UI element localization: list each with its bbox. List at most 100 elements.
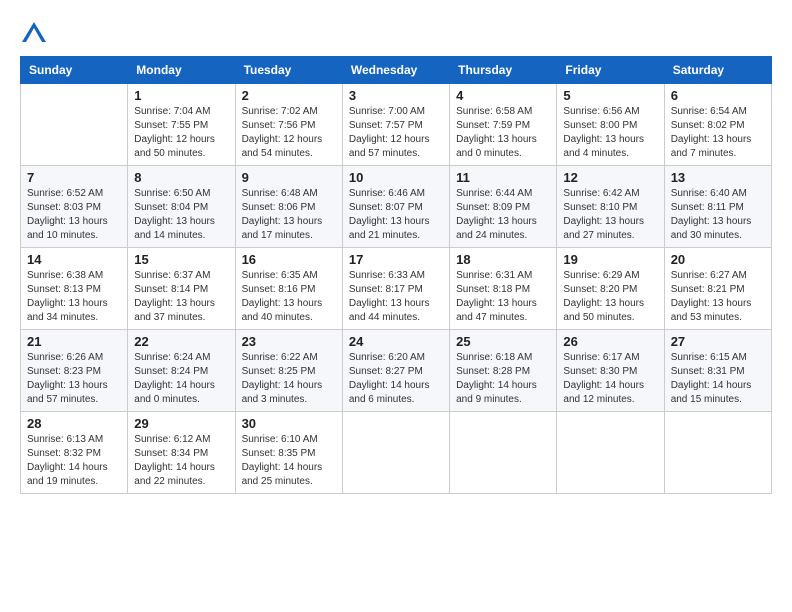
day-info: Sunrise: 7:00 AM Sunset: 7:57 PM Dayligh… [349,105,443,161]
day-info: Sunrise: 6:54 AM Sunset: 8:02 PM Dayligh… [671,105,765,161]
day-info: Sunrise: 6:27 AM Sunset: 8:21 PM Dayligh… [671,269,765,325]
day-info: Sunrise: 6:15 AM Sunset: 8:31 PM Dayligh… [671,351,765,407]
day-number: 29 [134,416,228,431]
day-number: 28 [27,416,121,431]
day-number: 11 [456,170,550,185]
day-number: 9 [242,170,336,185]
day-info: Sunrise: 6:10 AM Sunset: 8:35 PM Dayligh… [242,433,336,489]
day-number: 4 [456,88,550,103]
calendar-cell: 16Sunrise: 6:35 AM Sunset: 8:16 PM Dayli… [235,248,342,330]
day-number: 1 [134,88,228,103]
day-info: Sunrise: 6:31 AM Sunset: 8:18 PM Dayligh… [456,269,550,325]
calendar-header-wednesday: Wednesday [342,57,449,84]
calendar-cell: 27 Sunrise: 6:15 AM Sunset: 8:31 PM Dayli… [664,330,771,412]
day-info: Sunrise: 6:17 AM Sunset: 8:30 PM Dayligh… [563,351,657,407]
day-number: 2 [242,88,336,103]
day-number: 10 [349,170,443,185]
calendar-cell [450,412,557,494]
calendar-cell: 6 Sunrise: 6:54 AM Sunset: 8:02 PM Daylig… [664,84,771,166]
calendar-cell: 25Sunrise: 6:18 AM Sunset: 8:28 PM Dayli… [450,330,557,412]
calendar-cell [21,84,128,166]
day-number: 8 [134,170,228,185]
calendar-cell: 12 Sunrise: 6:42 AM Sunset: 8:10 PM Dayli… [557,166,664,248]
calendar-header-sunday: Sunday [21,57,128,84]
day-number: 19 [563,252,657,267]
day-number: 26 [563,334,657,349]
day-number: 20 [671,252,765,267]
day-info: Sunrise: 6:50 AM Sunset: 8:04 PM Dayligh… [134,187,228,243]
calendar-cell [342,412,449,494]
calendar-header-monday: Monday [128,57,235,84]
day-number: 21 [27,334,121,349]
day-info: Sunrise: 7:02 AM Sunset: 7:56 PM Dayligh… [242,105,336,161]
day-info: Sunrise: 6:20 AM Sunset: 8:27 PM Dayligh… [349,351,443,407]
day-info: Sunrise: 6:38 AM Sunset: 8:13 PM Dayligh… [27,269,121,325]
day-number: 13 [671,170,765,185]
calendar-table: SundayMondayTuesdayWednesdayThursdayFrid… [20,56,772,494]
day-number: 30 [242,416,336,431]
day-info: Sunrise: 6:33 AM Sunset: 8:17 PM Dayligh… [349,269,443,325]
page-header [20,20,772,48]
day-info: Sunrise: 6:29 AM Sunset: 8:20 PM Dayligh… [563,269,657,325]
day-number: 5 [563,88,657,103]
calendar-cell: 15 Sunrise: 6:37 AM Sunset: 8:14 PM Dayli… [128,248,235,330]
day-number: 23 [242,334,336,349]
day-info: Sunrise: 6:42 AM Sunset: 8:10 PM Dayligh… [563,187,657,243]
calendar-cell: 28 Sunrise: 6:13 AM Sunset: 8:32 PM Dayli… [21,412,128,494]
calendar-cell [557,412,664,494]
day-info: Sunrise: 6:52 AM Sunset: 8:03 PM Dayligh… [27,187,121,243]
calendar-week-1: 1 Sunrise: 7:04 AM Sunset: 7:55 PM Daylig… [21,84,772,166]
day-info: Sunrise: 6:48 AM Sunset: 8:06 PM Dayligh… [242,187,336,243]
day-number: 6 [671,88,765,103]
day-number: 27 [671,334,765,349]
calendar-cell: 19 Sunrise: 6:29 AM Sunset: 8:20 PM Dayli… [557,248,664,330]
calendar-cell: 24 Sunrise: 6:20 AM Sunset: 8:27 PM Dayli… [342,330,449,412]
day-number: 7 [27,170,121,185]
day-number: 17 [349,252,443,267]
calendar-cell: 30 Sunrise: 6:10 AM Sunset: 8:35 PM Dayli… [235,412,342,494]
day-info: Sunrise: 6:12 AM Sunset: 8:34 PM Dayligh… [134,433,228,489]
day-info: Sunrise: 6:46 AM Sunset: 8:07 PM Dayligh… [349,187,443,243]
calendar-header-tuesday: Tuesday [235,57,342,84]
calendar-cell: 23 Sunrise: 6:22 AM Sunset: 8:25 PM Dayli… [235,330,342,412]
calendar-cell: 14 Sunrise: 6:38 AM Sunset: 8:13 PM Dayli… [21,248,128,330]
day-info: Sunrise: 6:56 AM Sunset: 8:00 PM Dayligh… [563,105,657,161]
day-number: 12 [563,170,657,185]
calendar-cell: 29 Sunrise: 6:12 AM Sunset: 8:34 PM Dayli… [128,412,235,494]
calendar-cell: 10 Sunrise: 6:46 AM Sunset: 8:07 PM Dayli… [342,166,449,248]
day-info: Sunrise: 6:26 AM Sunset: 8:23 PM Dayligh… [27,351,121,407]
day-info: Sunrise: 7:04 AM Sunset: 7:55 PM Dayligh… [134,105,228,161]
calendar-header-row: SundayMondayTuesdayWednesdayThursdayFrid… [21,57,772,84]
day-info: Sunrise: 6:22 AM Sunset: 8:25 PM Dayligh… [242,351,336,407]
calendar-week-2: 7 Sunrise: 6:52 AM Sunset: 8:03 PM Daylig… [21,166,772,248]
calendar-cell: 20 Sunrise: 6:27 AM Sunset: 8:21 PM Dayli… [664,248,771,330]
calendar-week-4: 21 Sunrise: 6:26 AM Sunset: 8:23 PM Dayli… [21,330,772,412]
calendar-cell: 26 Sunrise: 6:17 AM Sunset: 8:30 PM Dayli… [557,330,664,412]
calendar-cell: 8 Sunrise: 6:50 AM Sunset: 8:04 PM Daylig… [128,166,235,248]
day-number: 22 [134,334,228,349]
day-info: Sunrise: 6:37 AM Sunset: 8:14 PM Dayligh… [134,269,228,325]
calendar-cell: 9 Sunrise: 6:48 AM Sunset: 8:06 PM Daylig… [235,166,342,248]
day-info: Sunrise: 6:58 AM Sunset: 7:59 PM Dayligh… [456,105,550,161]
day-info: Sunrise: 6:40 AM Sunset: 8:11 PM Dayligh… [671,187,765,243]
calendar-cell: 5 Sunrise: 6:56 AM Sunset: 8:00 PM Daylig… [557,84,664,166]
day-number: 24 [349,334,443,349]
day-number: 3 [349,88,443,103]
calendar-cell: 21 Sunrise: 6:26 AM Sunset: 8:23 PM Dayli… [21,330,128,412]
day-info: Sunrise: 6:35 AM Sunset: 8:16 PM Dayligh… [242,269,336,325]
calendar-week-3: 14 Sunrise: 6:38 AM Sunset: 8:13 PM Dayli… [21,248,772,330]
calendar-cell: 2 Sunrise: 7:02 AM Sunset: 7:56 PM Daylig… [235,84,342,166]
day-info: Sunrise: 6:13 AM Sunset: 8:32 PM Dayligh… [27,433,121,489]
day-number: 15 [134,252,228,267]
calendar-week-5: 28 Sunrise: 6:13 AM Sunset: 8:32 PM Dayli… [21,412,772,494]
logo-icon [20,20,48,48]
calendar-cell: 7 Sunrise: 6:52 AM Sunset: 8:03 PM Daylig… [21,166,128,248]
day-number: 14 [27,252,121,267]
calendar-cell [664,412,771,494]
day-info: Sunrise: 6:44 AM Sunset: 8:09 PM Dayligh… [456,187,550,243]
calendar-cell: 1 Sunrise: 7:04 AM Sunset: 7:55 PM Daylig… [128,84,235,166]
day-number: 25 [456,334,550,349]
calendar-cell: 3 Sunrise: 7:00 AM Sunset: 7:57 PM Daylig… [342,84,449,166]
calendar-header-saturday: Saturday [664,57,771,84]
calendar-cell: 18Sunrise: 6:31 AM Sunset: 8:18 PM Dayli… [450,248,557,330]
